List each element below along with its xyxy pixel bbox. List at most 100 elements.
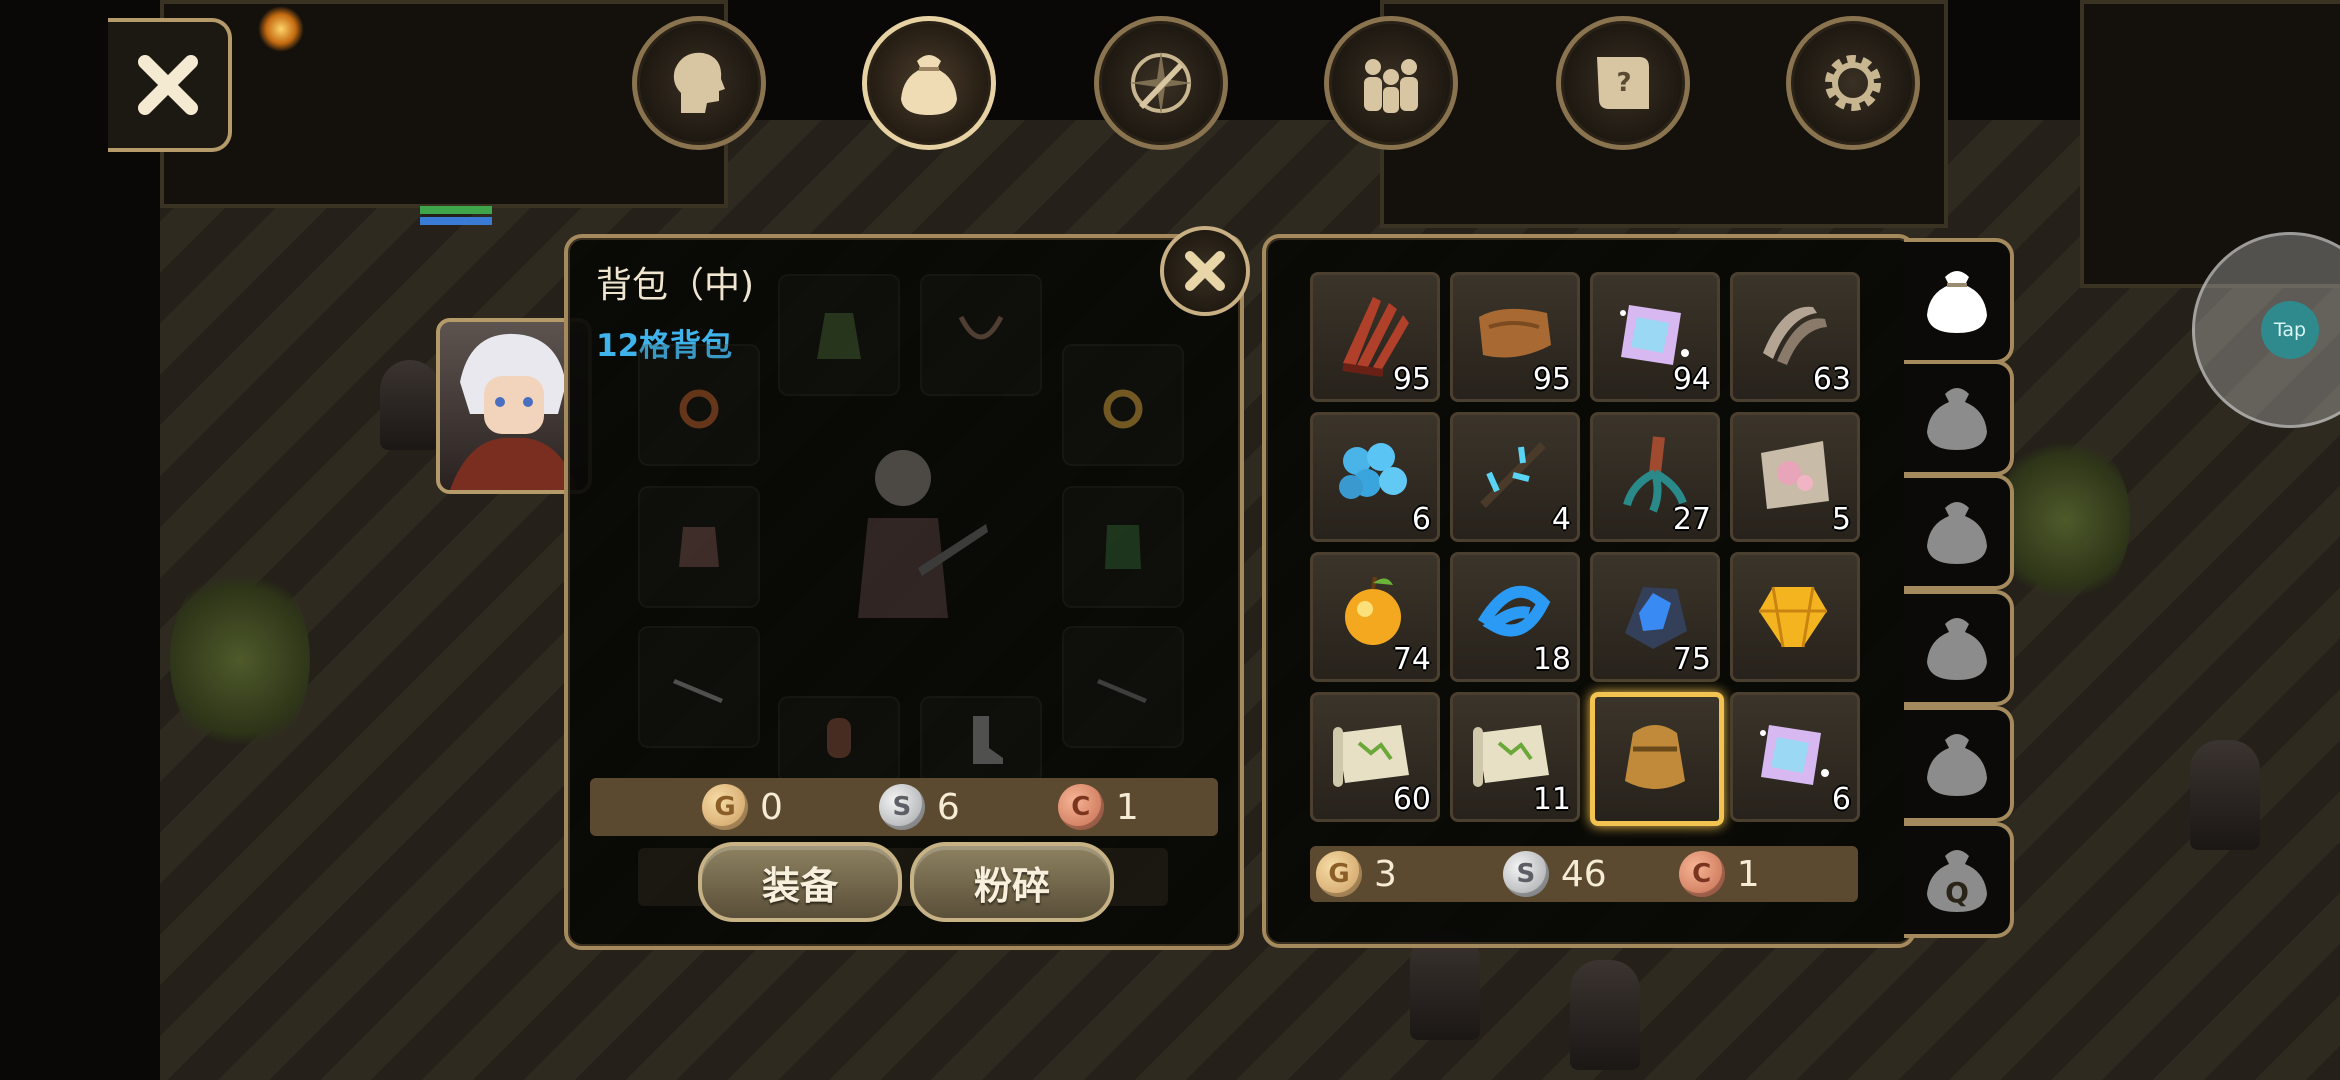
item-quantity: 63 bbox=[1812, 362, 1851, 397]
inventory-slot[interactable]: 95 bbox=[1450, 272, 1580, 402]
party-icon bbox=[1364, 59, 1418, 113]
equip-slot-armor[interactable] bbox=[638, 486, 760, 608]
copper-amount: C 1 bbox=[1678, 851, 1760, 897]
player-sprite bbox=[380, 360, 440, 450]
item-quantity: 4 bbox=[1551, 502, 1571, 537]
silver-coin-icon: S bbox=[1502, 851, 1549, 897]
vest-icon bbox=[1105, 525, 1141, 569]
bag-tab-2[interactable] bbox=[1904, 360, 2014, 476]
gold-coin-icon: G bbox=[1316, 851, 1362, 897]
crystal-card-icon bbox=[1760, 725, 1829, 785]
boot-icon bbox=[973, 716, 1003, 764]
gold-amount: G 0 bbox=[702, 784, 783, 830]
glove-icon bbox=[827, 718, 851, 758]
close-icon bbox=[1185, 251, 1225, 291]
bag-icon bbox=[901, 55, 957, 115]
inventory-slot[interactable]: 27 bbox=[1590, 412, 1720, 542]
smash-button[interactable]: 粉碎 bbox=[910, 842, 1114, 922]
quest-letter: Q bbox=[1945, 876, 1969, 909]
silver-coin-icon: S bbox=[878, 784, 925, 830]
ring-icon bbox=[679, 389, 719, 429]
sword-icon bbox=[673, 679, 723, 703]
inventory-slot[interactable]: 74 bbox=[1310, 552, 1440, 682]
bag-icon bbox=[1927, 618, 1987, 680]
inventory-slot[interactable]: 75 bbox=[1590, 552, 1720, 682]
settings-tab-button[interactable] bbox=[1786, 16, 1920, 150]
inventory-slot[interactable]: 6 bbox=[1310, 412, 1440, 542]
item-quantity: 94 bbox=[1672, 362, 1711, 397]
item-quantity: 74 bbox=[1392, 642, 1431, 677]
equip-slot-vest[interactable] bbox=[1062, 486, 1184, 608]
quest-bag-icon: Q bbox=[1927, 850, 1987, 912]
bag-tab-button[interactable] bbox=[862, 16, 996, 150]
item-quantity: 6 bbox=[1411, 502, 1431, 537]
bag-tab-3[interactable] bbox=[1904, 474, 2014, 590]
ring-icon bbox=[1103, 389, 1143, 429]
item-quantity: 5 bbox=[1831, 502, 1851, 537]
silver-value: 6 bbox=[936, 786, 960, 828]
equip-slot-ring-right[interactable] bbox=[1062, 344, 1184, 466]
quest-bag-tab[interactable]: Q bbox=[1904, 822, 2014, 938]
equip-slot-necklace[interactable] bbox=[920, 274, 1042, 396]
npc-figure[interactable] bbox=[2190, 740, 2260, 850]
bag-title: 背包（中) bbox=[596, 265, 755, 306]
item-quantity: 75 bbox=[1672, 642, 1711, 677]
close-icon bbox=[138, 55, 198, 115]
bag-tab-1[interactable] bbox=[1904, 238, 2014, 364]
bag-tab-4[interactable] bbox=[1904, 590, 2014, 706]
gold-value: 0 bbox=[760, 786, 783, 828]
torch bbox=[258, 6, 304, 52]
item-quantity: 11 bbox=[1532, 782, 1571, 817]
equip-slot-cloak[interactable] bbox=[778, 274, 900, 396]
skills-tab-button[interactable] bbox=[1094, 16, 1228, 150]
silver-amount: S 46 bbox=[1502, 851, 1607, 897]
equip-slot-weapon-right[interactable] bbox=[1062, 626, 1184, 748]
equip-slot-boots[interactable] bbox=[920, 696, 1042, 784]
inventory-slot[interactable]: 60 bbox=[1310, 692, 1440, 822]
equip-slot-gloves[interactable] bbox=[778, 696, 900, 784]
bag-detail-panel: 背包（中) 12格背包 G 0 S 6 C 1 装备 粉碎 bbox=[564, 234, 1244, 950]
gold-value: 3 bbox=[1374, 853, 1397, 895]
equip-slot-weapon-left[interactable] bbox=[638, 626, 760, 748]
plant bbox=[2000, 430, 2130, 610]
inventory-slot[interactable] bbox=[1730, 552, 1860, 682]
quest-tab-button[interactable]: ? bbox=[1556, 16, 1690, 150]
necklace-icon bbox=[958, 315, 1004, 340]
item-quantity: 95 bbox=[1532, 362, 1571, 397]
bag-icon bbox=[1927, 734, 1987, 796]
leather-bag-icon bbox=[1625, 725, 1685, 789]
gear-icon bbox=[1825, 55, 1881, 111]
equip-slot-ring-left[interactable] bbox=[638, 344, 760, 466]
inventory-slot[interactable] bbox=[1590, 692, 1724, 826]
character-tab-button[interactable] bbox=[632, 16, 766, 150]
inventory-slot[interactable]: 94 bbox=[1590, 272, 1720, 402]
pink-ore-icon bbox=[1761, 441, 1829, 509]
inventory-slot[interactable]: 18 bbox=[1450, 552, 1580, 682]
inventory-slot[interactable]: 63 bbox=[1730, 272, 1860, 402]
inventory-slot[interactable]: 5 bbox=[1730, 412, 1860, 542]
gold-coin-icon: G bbox=[702, 784, 748, 830]
armor-icon bbox=[679, 527, 719, 567]
plant bbox=[170, 560, 310, 760]
close-bag-panel-button[interactable] bbox=[1160, 226, 1250, 316]
inventory-slot[interactable]: 6 bbox=[1730, 692, 1860, 822]
inventory-slot[interactable]: 11 bbox=[1450, 692, 1580, 822]
bag-icon bbox=[1927, 271, 1987, 333]
head-icon bbox=[673, 52, 725, 113]
close-menu-button[interactable] bbox=[108, 18, 232, 152]
silver-amount: S 6 bbox=[878, 784, 960, 830]
quest-scroll-icon: ? bbox=[1597, 57, 1649, 109]
inventory-slot[interactable]: 95 bbox=[1310, 272, 1440, 402]
copper-coin-icon: C bbox=[1057, 784, 1104, 830]
item-quantity: 95 bbox=[1392, 362, 1431, 397]
bag-tab-5[interactable] bbox=[1904, 706, 2014, 822]
equip-button[interactable]: 装备 bbox=[698, 842, 902, 922]
npc-figure[interactable] bbox=[1570, 960, 1640, 1070]
item-quantity: 6 bbox=[1831, 782, 1851, 817]
blue-branch-icon bbox=[1480, 442, 1546, 508]
bag-icon bbox=[1927, 388, 1987, 450]
party-tab-button[interactable] bbox=[1324, 16, 1458, 150]
inventory-slot[interactable]: 4 bbox=[1450, 412, 1580, 542]
character-preview bbox=[858, 450, 988, 618]
compass-sword-icon bbox=[1129, 51, 1193, 115]
